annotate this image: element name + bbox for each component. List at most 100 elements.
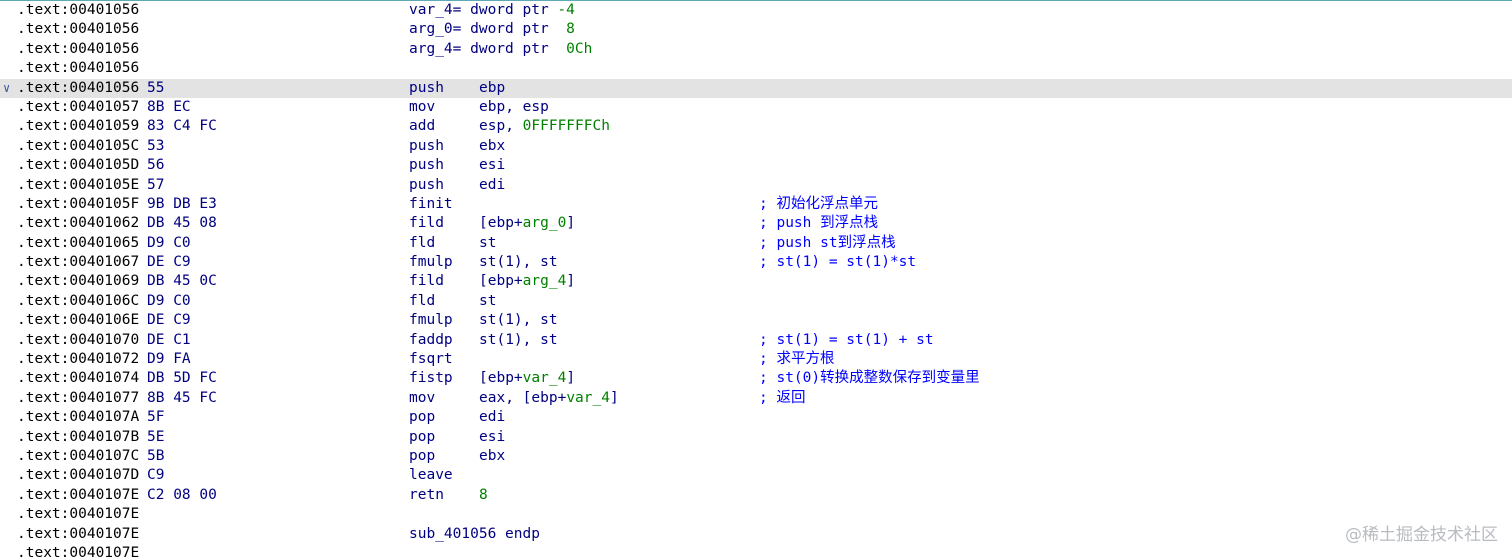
operands[interactable]: ebp, esp xyxy=(479,98,549,117)
mnemonic[interactable]: fmulp xyxy=(409,253,453,272)
mnemonic[interactable]: fld xyxy=(409,234,435,253)
operands[interactable]: [ebp+arg_0] xyxy=(479,214,575,233)
line-address[interactable]: .text:0040105E xyxy=(17,176,139,195)
definition[interactable]: arg_0= dword ptr 8 xyxy=(409,20,575,39)
mnemonic[interactable]: pop xyxy=(409,447,435,466)
operands[interactable]: esp, 0FFFFFFFCh xyxy=(479,117,610,136)
definition[interactable]: sub_401056 endp xyxy=(409,525,540,544)
listing-line[interactable]: .text:0040105C 53 push ebx xyxy=(0,137,1512,156)
listing-line[interactable]: .text:0040107E xyxy=(0,505,1512,524)
listing-line[interactable]: .text:00401059 83 C4 FC add esp, 0FFFFFFFCh xyxy=(0,117,1512,136)
operands[interactable]: edi xyxy=(479,408,505,427)
operands[interactable]: [ebp+var_4] xyxy=(479,369,575,388)
operands[interactable]: esi xyxy=(479,428,505,447)
listing-line[interactable]: .text:00401056 xyxy=(0,59,1512,78)
line-address[interactable]: .text:00401069 xyxy=(17,272,139,291)
mnemonic[interactable]: push xyxy=(409,176,444,195)
listing-line[interactable]: .text:00401056 var_4= dword ptr -4 xyxy=(0,1,1512,20)
listing-line[interactable]: .text:00401069 DB 45 0C fild [ebp+arg_4] xyxy=(0,272,1512,291)
mnemonic[interactable]: push xyxy=(409,156,444,175)
mnemonic[interactable]: fild xyxy=(409,272,444,291)
mnemonic[interactable]: mov xyxy=(409,389,435,408)
listing-line[interactable]: .text:0040107E xyxy=(0,544,1512,559)
line-address[interactable]: .text:00401056 xyxy=(17,20,139,39)
listing-line[interactable]: .text:00401062 DB 45 08 fild [ebp+arg_0] ; p… xyxy=(0,214,1512,233)
mnemonic[interactable]: add xyxy=(409,117,435,136)
mnemonic[interactable]: leave xyxy=(409,466,453,485)
line-address[interactable]: .text:0040107C xyxy=(17,447,139,466)
listing-line[interactable]: .text:0040107E sub_401056 endp xyxy=(0,525,1512,544)
mnemonic[interactable]: finit xyxy=(409,195,453,214)
line-address[interactable]: .text:00401065 xyxy=(17,234,139,253)
listing-line[interactable]: .text:00401065 D9 C0 fld st ; push st到浮点栈 xyxy=(0,234,1512,253)
operands[interactable]: eax, [ebp+var_4] xyxy=(479,389,619,408)
operands[interactable]: st(1), st xyxy=(479,253,558,272)
line-address[interactable]: .text:00401059 xyxy=(17,117,139,136)
definition[interactable]: arg_4= dword ptr 0Ch xyxy=(409,40,592,59)
line-address[interactable]: .text:00401077 xyxy=(17,389,139,408)
listing-line[interactable]: .text:00401056 arg_0= dword ptr 8 xyxy=(0,20,1512,39)
listing-line[interactable]: .text:00401072 D9 FA fsqrt ; 求平方根 xyxy=(0,350,1512,369)
line-address[interactable]: .text:00401057 xyxy=(17,98,139,117)
operands[interactable]: esi xyxy=(479,156,505,175)
listing-line[interactable]: .text:00401074 DB 5D FC fistp [ebp+var_4] ; … xyxy=(0,369,1512,388)
listing-line[interactable]: .text:00401056 arg_4= dword ptr 0Ch xyxy=(0,40,1512,59)
listing-line[interactable]: .text:00401067 DE C9 fmulp st(1), st ; st(1)… xyxy=(0,253,1512,272)
line-address[interactable]: .text:00401067 xyxy=(17,253,139,272)
listing-line[interactable]: .text:0040106E DE C9 fmulp st(1), st xyxy=(0,311,1512,330)
line-address[interactable]: .text:0040106E xyxy=(17,311,139,330)
mnemonic[interactable]: fmulp xyxy=(409,311,453,330)
listing-line[interactable]: .text:00401077 8B 45 FC mov eax, [ebp+var_4… xyxy=(0,389,1512,408)
listing-line[interactable]: .text:0040105F 9B DB E3 finit ; 初始化浮点单元 xyxy=(0,195,1512,214)
mnemonic[interactable]: retn xyxy=(409,486,444,505)
line-address[interactable]: .text:00401056 xyxy=(17,59,139,78)
listing-line[interactable]: .text:0040106C D9 C0 fld st xyxy=(0,292,1512,311)
listing-line[interactable]: .text:0040107D C9 leave xyxy=(0,466,1512,485)
operands[interactable]: 8 xyxy=(479,486,488,505)
listing-line[interactable]: .text:0040107B 5E pop esi xyxy=(0,428,1512,447)
mnemonic[interactable]: push xyxy=(409,79,444,98)
line-address[interactable]: .text:0040107E xyxy=(17,505,139,524)
line-address[interactable]: .text:0040107E xyxy=(17,525,139,544)
operands[interactable]: ebx xyxy=(479,137,505,156)
line-address[interactable]: .text:00401062 xyxy=(17,214,139,233)
line-address[interactable]: .text:00401056 xyxy=(17,40,139,59)
line-address[interactable]: .text:00401056 xyxy=(17,79,139,98)
line-address[interactable]: .text:0040105C xyxy=(17,137,139,156)
operands[interactable]: st(1), st xyxy=(479,331,558,350)
mnemonic[interactable]: fld xyxy=(409,292,435,311)
mnemonic[interactable]: fsqrt xyxy=(409,350,453,369)
line-address[interactable]: .text:00401074 xyxy=(17,369,139,388)
mnemonic[interactable]: pop xyxy=(409,428,435,447)
listing-line[interactable]: .text:0040107C 5B pop ebx xyxy=(0,447,1512,466)
line-address[interactable]: .text:0040107D xyxy=(17,466,139,485)
operands[interactable]: ebp xyxy=(479,79,505,98)
mnemonic[interactable]: fistp xyxy=(409,369,453,388)
listing-line[interactable]: .text:00401070 DE C1 faddp st(1), st ; st(1)… xyxy=(0,331,1512,350)
listing-line[interactable]: .text:0040105E 57 push edi xyxy=(0,176,1512,195)
line-address[interactable]: .text:00401056 xyxy=(17,1,139,20)
operands[interactable]: st xyxy=(479,234,496,253)
mnemonic[interactable]: fild xyxy=(409,214,444,233)
line-address[interactable]: .text:0040107E xyxy=(17,486,139,505)
line-address[interactable]: .text:0040107A xyxy=(17,408,139,427)
disassembly-view[interactable]: .text:00401056 var_4= dword ptr -4 .text:0… xyxy=(0,0,1512,559)
operands[interactable]: edi xyxy=(479,176,505,195)
listing-line[interactable]: .text:0040107A 5F pop edi xyxy=(0,408,1512,427)
listing-line[interactable]: .text:0040107E C2 08 00 retn 8 xyxy=(0,486,1512,505)
line-address[interactable]: .text:0040107B xyxy=(17,428,139,447)
line-address[interactable]: .text:00401070 xyxy=(17,331,139,350)
line-address[interactable]: .text:0040107E xyxy=(17,544,139,559)
definition[interactable]: var_4= dword ptr -4 xyxy=(409,1,575,20)
mnemonic[interactable]: push xyxy=(409,137,444,156)
line-address[interactable]: .text:00401072 xyxy=(17,350,139,369)
mnemonic[interactable]: mov xyxy=(409,98,435,117)
operands[interactable]: st(1), st xyxy=(479,311,558,330)
operands[interactable]: [ebp+arg_4] xyxy=(479,272,575,291)
line-address[interactable]: .text:0040105F xyxy=(17,195,139,214)
chevron-down-icon[interactable]: ∨ xyxy=(3,79,10,98)
operands[interactable]: ebx xyxy=(479,447,505,466)
operands[interactable]: st xyxy=(479,292,496,311)
line-address[interactable]: .text:0040106C xyxy=(17,292,139,311)
listing-line[interactable]: ∨ .text:00401056 55 push ebp xyxy=(0,78,1512,98)
